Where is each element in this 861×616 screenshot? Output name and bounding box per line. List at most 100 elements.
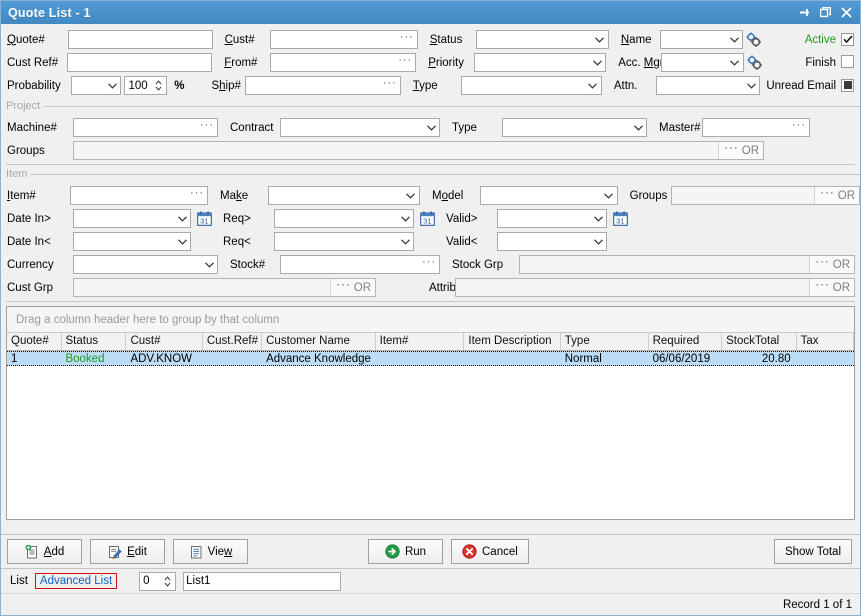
status-select[interactable]	[475, 30, 609, 49]
svg-text:31: 31	[616, 216, 624, 225]
probability-operator-select[interactable]	[71, 76, 122, 95]
stock-no-input[interactable]: ···	[280, 255, 440, 274]
type-select[interactable]	[461, 76, 602, 95]
cust-no-label: Cust#	[224, 33, 255, 46]
grid-column-header-cust_no[interactable]: Cust#	[126, 333, 203, 350]
from-no-input[interactable]: ···	[269, 53, 417, 72]
project-groups-or-button[interactable]: ··· OR	[718, 142, 763, 159]
project-groups-input[interactable]: ··· OR	[73, 141, 764, 160]
item-groups-input[interactable]: ··· OR	[670, 186, 860, 205]
cancel-button[interactable]: Cancel	[451, 539, 529, 564]
acc-mgr-label: Acc. Mgr	[618, 56, 664, 69]
valid-gt-calendar-icon[interactable]: 31	[607, 211, 633, 226]
grid-cell-status[interactable]: Booked	[61, 352, 126, 365]
ship-no-input[interactable]: ···	[245, 76, 401, 95]
view-button[interactable]: View	[173, 539, 248, 564]
priority-select[interactable]	[473, 53, 607, 72]
item-groups-or-button[interactable]: ··· OR	[814, 187, 860, 204]
req-gt-select[interactable]	[274, 209, 414, 228]
acc-mgr-settings-gear-icon[interactable]	[744, 55, 763, 71]
cust-no-input[interactable]: ···	[270, 30, 418, 49]
grid-cell-required[interactable]: 06/06/2019	[649, 352, 723, 365]
grid-header-row: Quote# Status Cust# Cust.Ref# Customer Name I…	[7, 333, 854, 351]
chevron-down-icon	[590, 215, 606, 222]
date-in-gt-calendar-icon[interactable]: 31	[191, 211, 217, 226]
cust-grp-or-button[interactable]: ··· OR	[330, 279, 375, 296]
grid-cell-customer_name[interactable]: Advance Knowledge	[262, 352, 376, 365]
stepper-arrows-icon[interactable]	[153, 80, 166, 91]
grid-cell-cust_no[interactable]: ADV.KNOW	[126, 352, 202, 365]
grid-column-header-stocktotal[interactable]: StockTotal	[722, 333, 797, 350]
pin-icon[interactable]	[795, 4, 814, 21]
grid-cell-item_no[interactable]	[376, 352, 465, 365]
grid-cell-stocktotal[interactable]: 20.80	[722, 352, 797, 365]
grid-column-header-customer_name[interactable]: Customer Name	[262, 333, 376, 350]
grid-column-header-status[interactable]: Status	[62, 333, 127, 350]
chevron-down-icon	[397, 238, 413, 245]
attributes-input[interactable]: ··· OR	[455, 278, 855, 297]
from-no-label: From#	[224, 56, 258, 69]
list-name-input[interactable]	[183, 571, 342, 591]
add-button[interactable]: Add	[7, 539, 82, 564]
req-gt-calendar-icon[interactable]: 31	[414, 211, 440, 226]
project-type-select[interactable]	[502, 118, 647, 137]
grid-cell-item_description[interactable]	[464, 352, 560, 365]
cust-grp-input[interactable]: ··· OR	[73, 278, 376, 297]
finish-checkbox[interactable]	[836, 54, 860, 71]
cancel-x-icon	[462, 544, 477, 559]
group-by-panel[interactable]: Drag a column header here to group by th…	[7, 307, 854, 333]
cust-ref-no-input[interactable]	[67, 53, 213, 72]
active-checkbox[interactable]	[836, 32, 860, 47]
stock-grp-or-button[interactable]: ··· OR	[809, 256, 854, 273]
date-in-lt-select[interactable]	[73, 232, 191, 251]
quote-list-window: Quote List - 1 Quote# Cust# ··· Status N…	[0, 0, 861, 616]
quote-no-input[interactable]	[67, 30, 213, 49]
contract-select[interactable]	[280, 118, 440, 137]
date-in-gt-select[interactable]	[73, 209, 191, 228]
restore-icon[interactable]	[816, 4, 835, 21]
currency-select[interactable]	[73, 255, 218, 274]
advanced-list-tab[interactable]: Advanced List	[34, 573, 118, 589]
grid-column-header-quote_no[interactable]: Quote#	[7, 333, 62, 350]
acc-mgr-select[interactable]	[661, 53, 744, 72]
grid-column-header-tax[interactable]: Tax	[797, 333, 854, 350]
master-no-input[interactable]: ···	[702, 118, 810, 137]
grid-cell-tax[interactable]	[797, 352, 854, 365]
edit-button[interactable]: Edit	[90, 539, 165, 564]
unread-email-checkbox[interactable]	[836, 78, 860, 93]
probability-stepper[interactable]: 100	[124, 76, 168, 95]
valid-gt-label: Valid>	[446, 212, 478, 225]
grid-column-header-required[interactable]: Required	[649, 333, 723, 350]
grid-column-header-cust_ref_no[interactable]: Cust.Ref#	[203, 333, 263, 350]
grid-cell-quote_no[interactable]: 1	[7, 352, 61, 365]
grid-column-header-item_no[interactable]: Item#	[376, 333, 465, 350]
master-no-label: Master#	[659, 121, 701, 134]
valid-lt-select[interactable]	[497, 232, 607, 251]
req-lt-select[interactable]	[274, 232, 414, 251]
attn-select[interactable]	[655, 76, 761, 95]
item-no-input[interactable]: ···	[69, 186, 209, 205]
grid-cell-cust_ref_no[interactable]	[203, 352, 262, 365]
item-row-4: Currency Stock# ··· Stock Grp ··· OR	[1, 253, 860, 276]
name-settings-gear-icon[interactable]	[743, 32, 762, 48]
attributes-or-button[interactable]: ··· OR	[809, 279, 854, 296]
grid-cell-type[interactable]: Normal	[561, 352, 649, 365]
status-label: Status	[429, 33, 463, 46]
table-row[interactable]: 1 Booked ADV.KNOW Advance Knowledge Normal 06…	[7, 351, 854, 366]
list-tab[interactable]: List	[6, 573, 32, 589]
name-select[interactable]	[660, 30, 744, 49]
chevron-down-icon	[174, 215, 190, 222]
model-select[interactable]	[479, 186, 618, 205]
run-button[interactable]: Run	[368, 539, 443, 564]
make-select[interactable]	[267, 186, 420, 205]
valid-gt-select[interactable]	[497, 209, 607, 228]
list-index-stepper[interactable]: 0	[139, 571, 177, 591]
grid-column-header-type[interactable]: Type	[561, 333, 649, 350]
machine-no-input[interactable]: ···	[73, 118, 218, 137]
close-icon[interactable]	[837, 4, 856, 21]
currency-label: Currency	[7, 258, 54, 271]
grid-column-header-item_description[interactable]: Item Description	[464, 333, 561, 350]
stepper-arrows-icon[interactable]	[162, 575, 175, 587]
stock-grp-input[interactable]: ··· OR	[519, 255, 855, 274]
show-total-button[interactable]: Show Total	[773, 539, 852, 564]
